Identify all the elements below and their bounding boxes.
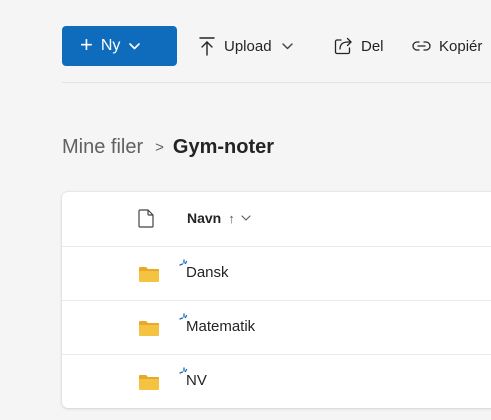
- sort-arrow-icon: ↑: [228, 210, 235, 226]
- folder-icon: [138, 266, 160, 288]
- list-item[interactable]: NV: [62, 355, 491, 408]
- breadcrumb-root[interactable]: Mine filer: [62, 136, 143, 159]
- breadcrumb-separator: >: [155, 138, 164, 156]
- link-icon: [412, 40, 431, 52]
- breadcrumb-current: Gym-noter: [172, 135, 275, 158]
- upload-button-label: Upload: [224, 37, 272, 55]
- copy-link-button[interactable]: Kopiér: [412, 26, 482, 66]
- command-bar: + Ny Upload Del Kopiér: [0, 12, 491, 82]
- share-icon: [334, 37, 353, 55]
- copy-link-button-label: Kopiér: [439, 37, 483, 55]
- list-item[interactable]: Dansk: [62, 247, 491, 301]
- toolbar-divider: [62, 82, 491, 83]
- name-column-header[interactable]: Navn ↑: [187, 210, 251, 226]
- chevron-down-icon: [281, 42, 293, 50]
- file-list: Navn ↑ Dansk Matematik NV: [62, 192, 491, 408]
- name-column-label: Navn: [187, 210, 222, 226]
- new-button-label: Ny: [100, 37, 121, 54]
- folder-icon: [138, 320, 160, 342]
- document-icon[interactable]: [138, 209, 154, 233]
- upload-icon: [198, 36, 216, 56]
- folder-icon: [138, 374, 160, 396]
- item-name[interactable]: Dansk: [186, 264, 229, 281]
- plus-icon: +: [80, 32, 93, 57]
- list-item[interactable]: Matematik: [62, 301, 491, 355]
- item-name[interactable]: NV: [186, 372, 207, 389]
- item-name[interactable]: Matematik: [186, 318, 255, 335]
- share-button-label: Del: [361, 37, 384, 55]
- breadcrumb: Mine filer > Gym-noter: [62, 132, 274, 162]
- share-button[interactable]: Del: [334, 26, 384, 66]
- onedrive-page: + Ny Upload Del Kopiér Mine filer > Gym-…: [0, 0, 491, 420]
- chevron-down-icon[interactable]: [241, 215, 251, 221]
- new-button[interactable]: + Ny: [62, 26, 177, 66]
- upload-button[interactable]: Upload: [198, 26, 293, 66]
- chevron-down-icon: [129, 42, 141, 50]
- column-header-row: Navn ↑: [62, 192, 491, 247]
